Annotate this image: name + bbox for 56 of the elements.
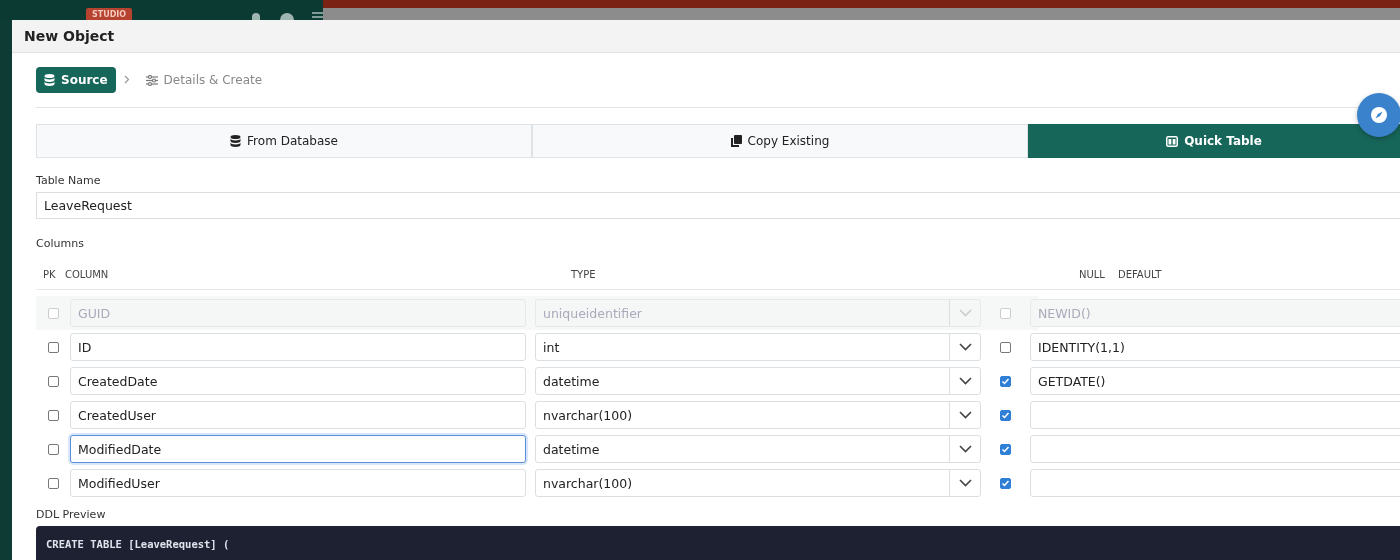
pk-checkbox[interactable] xyxy=(47,341,59,353)
step-button[interactable]: Source xyxy=(36,67,116,93)
step-button[interactable]: Details & Create xyxy=(137,67,271,93)
column-header: COLUMN xyxy=(65,268,110,280)
table-name-label: Table Name xyxy=(36,174,102,188)
ddl-preview-label: DDL Preview xyxy=(36,508,107,522)
compass-icon xyxy=(1370,106,1388,124)
chevron-down-icon xyxy=(958,309,972,317)
column-header: NULL xyxy=(1079,268,1106,280)
column-header: TYPE xyxy=(571,268,597,280)
columns-icon xyxy=(1166,135,1179,147)
null-checkbox[interactable] xyxy=(1000,375,1011,387)
default-value-field[interactable] xyxy=(1030,435,1400,463)
null-checkbox[interactable] xyxy=(1000,409,1011,421)
pk-checkbox[interactable] xyxy=(47,477,59,489)
column-header: DEFAULT xyxy=(1118,268,1163,280)
menu-icon[interactable] xyxy=(312,12,323,20)
chevron-down-icon xyxy=(958,377,972,385)
chevron-down-icon xyxy=(958,411,972,419)
table-name-field[interactable]: LeaveRequest xyxy=(36,192,1400,219)
copy-icon xyxy=(730,135,742,147)
type-select[interactable]: datetime xyxy=(535,435,981,463)
dialog-title: New Object xyxy=(24,28,115,44)
type-select[interactable]: nvarchar(100) xyxy=(535,401,981,429)
column-name-field[interactable]: CreatedDate xyxy=(70,367,526,395)
source-tab[interactable]: From Database xyxy=(36,124,532,158)
source-tab[interactable]: Quick Table xyxy=(1028,124,1400,158)
column-name-field[interactable]: CreatedUser xyxy=(70,401,526,429)
source-tab[interactable]: Copy Existing xyxy=(532,124,1028,158)
chevron-down-icon xyxy=(958,343,972,351)
bell-icon[interactable] xyxy=(250,12,263,20)
pk-checkbox[interactable] xyxy=(47,443,59,455)
database-icon xyxy=(44,74,55,86)
columns-label: Columns xyxy=(36,237,85,251)
null-checkbox[interactable] xyxy=(1000,341,1011,353)
code-line: CREATE TABLE [LeaveRequest] ( xyxy=(46,538,231,550)
column-name-field[interactable]: ModifiedUser xyxy=(70,469,526,497)
database-icon xyxy=(230,135,242,147)
column-name-field[interactable]: ModifiedDate xyxy=(70,435,526,463)
null-checkbox[interactable] xyxy=(1000,443,1011,455)
default-value-field[interactable]: IDENTITY(1,1) xyxy=(1030,333,1400,361)
type-select[interactable]: datetime xyxy=(535,367,981,395)
type-select[interactable]: int xyxy=(535,333,981,361)
chevron-down-icon xyxy=(958,479,972,487)
default-value-field[interactable]: GETDATE() xyxy=(1030,367,1400,395)
default-value-field[interactable] xyxy=(1030,469,1400,497)
column-name-field[interactable]: ID xyxy=(70,333,526,361)
type-select[interactable]: nvarchar(100) xyxy=(535,469,981,497)
default-value-field[interactable] xyxy=(1030,401,1400,429)
chevron-down-icon xyxy=(958,445,972,453)
column-header: PK xyxy=(42,268,57,280)
sliders-icon xyxy=(145,74,158,86)
pk-checkbox[interactable] xyxy=(47,375,59,387)
studio-badge: STUDIO xyxy=(86,8,133,20)
pk-checkbox[interactable] xyxy=(47,409,59,421)
null-checkbox[interactable] xyxy=(1000,477,1011,489)
